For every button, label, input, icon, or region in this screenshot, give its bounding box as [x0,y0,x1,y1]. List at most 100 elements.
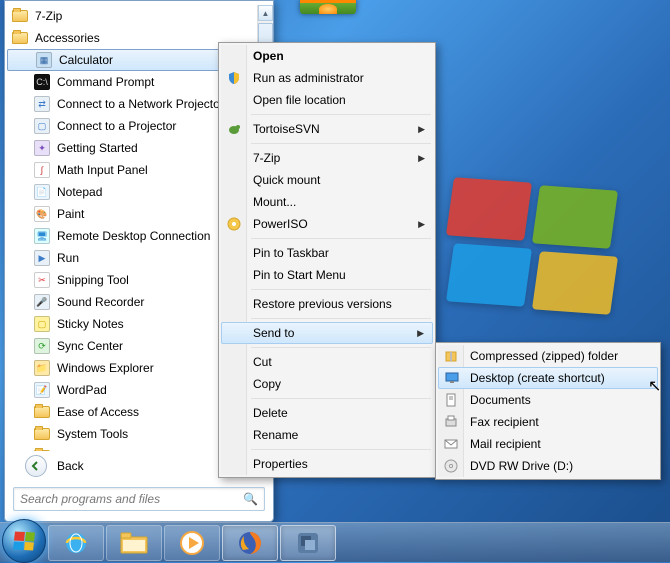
menu-item-label: PowerISO [253,217,308,231]
math-icon: ∫ [33,161,51,179]
sendto-menu-item[interactable]: Mail recipient [438,433,658,455]
menu-separator [251,318,431,319]
start-button[interactable] [2,519,46,563]
sndrec-icon: 🎤 [33,293,51,311]
context-menu-item[interactable]: 7-Zip ▶ [221,147,433,169]
dvd-icon [443,458,459,474]
context-menu-item[interactable]: Mount... [221,191,433,213]
menu-item-label: Mail recipient [470,437,541,451]
menu-item-label: Mount... [253,195,296,209]
item-label: Notepad [57,185,102,199]
search-icon: 🔍 [243,492,258,506]
item-label: System Tools [57,427,128,441]
context-menu-item[interactable]: Open file location [221,89,433,111]
desktop-windows-logo [450,180,630,310]
sendto-submenu: Compressed (zipped) folderDesktop (creat… [435,342,661,480]
submenu-arrow-icon: ▶ [418,153,425,164]
context-menu-item[interactable]: PowerISO▶ [221,213,433,235]
back-label[interactable]: Back [57,459,84,473]
menu-separator [251,289,431,290]
menu-separator [251,143,431,144]
context-menu-item[interactable]: Cut [221,351,433,373]
explorer-icon: 📁 [33,359,51,377]
wmp-icon [179,530,205,556]
context-menu-item[interactable]: Open [221,45,433,67]
taskbar-vmware-button[interactable] [280,525,336,561]
item-label: Ease of Access [57,405,139,419]
folder-icon [11,7,29,25]
windows-flag-icon [13,531,35,550]
firefox-icon [237,530,263,556]
proj-icon: ▢ [33,117,51,135]
item-label: Connect to a Network Projector [57,97,224,111]
menu-item-label: DVD RW Drive (D:) [470,459,573,473]
sendto-menu-item[interactable]: Desktop (create shortcut) [438,367,658,389]
back-button[interactable] [25,455,47,477]
taskbar-wmp-button[interactable] [164,525,220,561]
scroll-up-button[interactable]: ▲ [258,5,273,21]
menu-item-label: Run as administrator [253,71,364,85]
taskbar-ie-button[interactable] [48,525,104,561]
menu-item-label: Rename [253,428,298,442]
taskbar-explorer-button[interactable] [106,525,162,561]
sendto-menu-item[interactable]: Documents [438,389,658,411]
sendto-menu-item[interactable]: Fax recipient [438,411,658,433]
menu-item-label: Pin to Taskbar [253,246,329,260]
zip-icon [443,348,459,364]
shield-icon [226,70,242,86]
menu-item-label: Properties [253,457,308,471]
menu-item-label: TortoiseSVN [253,122,320,136]
menu-item-label: Open [253,49,284,63]
search-input[interactable]: Search programs and files 🔍 [13,487,265,511]
item-label: Calculator [59,53,113,67]
mail-icon [443,436,459,452]
menu-item-label: Open file location [253,93,346,107]
rdc-icon: 🖥 [33,227,51,245]
taskbar-preview-thumbnail [300,0,356,14]
menu-item-label: 7-Zip [253,151,280,165]
taskbar-firefox-button[interactable] [222,525,278,561]
sendto-menu-item[interactable]: DVD RW Drive (D:) [438,455,658,477]
context-menu-item[interactable]: Pin to Start Menu [221,264,433,286]
item-label: Math Input Panel [57,163,148,177]
folder-icon [33,425,51,443]
cmd-icon: C:\ [33,73,51,91]
menu-item-label: Send to [253,326,294,340]
paint-icon: 🎨 [33,205,51,223]
sticky-icon: ▢ [33,315,51,333]
sendto-menu-item[interactable]: Compressed (zipped) folder [438,345,658,367]
search-placeholder: Search programs and files [20,492,160,506]
item-label: Accessories [35,31,100,45]
item-label: Getting Started [57,141,138,155]
wordpad-icon: 📝 [33,381,51,399]
item-label: Sticky Notes [57,317,124,331]
menu-separator [251,449,431,450]
context-menu-item[interactable]: Run as administrator [221,67,433,89]
context-menu-item[interactable]: Restore previous versions [221,293,433,315]
item-label: Sound Recorder [57,295,144,309]
poweriso-icon [226,216,242,232]
folder-icon [33,447,51,451]
context-menu-item[interactable]: TortoiseSVN▶ [221,118,433,140]
menu-separator [251,114,431,115]
menu-item-label: Restore previous versions [253,297,392,311]
menu-separator [251,398,431,399]
item-label: Paint [57,207,84,221]
context-menu-item[interactable]: Send to▶ [221,322,433,344]
explorer-folder-icon [120,532,148,554]
vmware-icon [295,530,321,556]
folder-icon [33,403,51,421]
context-menu-item[interactable]: Quick mount [221,169,433,191]
context-menu: Open Run as administrator Open file locati… [218,42,436,478]
item-label: Run [57,251,79,265]
context-menu-item[interactable]: Pin to Taskbar [221,242,433,264]
context-menu-item[interactable]: Delete [221,402,433,424]
calc-icon: ▦ [35,51,53,69]
context-menu-item[interactable]: Copy [221,373,433,395]
menu-separator [251,238,431,239]
program-folder-item[interactable]: 7-Zip [5,5,273,27]
item-label: 7-Zip [35,9,62,23]
item-label: Snipping Tool [57,273,129,287]
context-menu-item[interactable]: Rename [221,424,433,446]
context-menu-item[interactable]: Properties [221,453,433,475]
